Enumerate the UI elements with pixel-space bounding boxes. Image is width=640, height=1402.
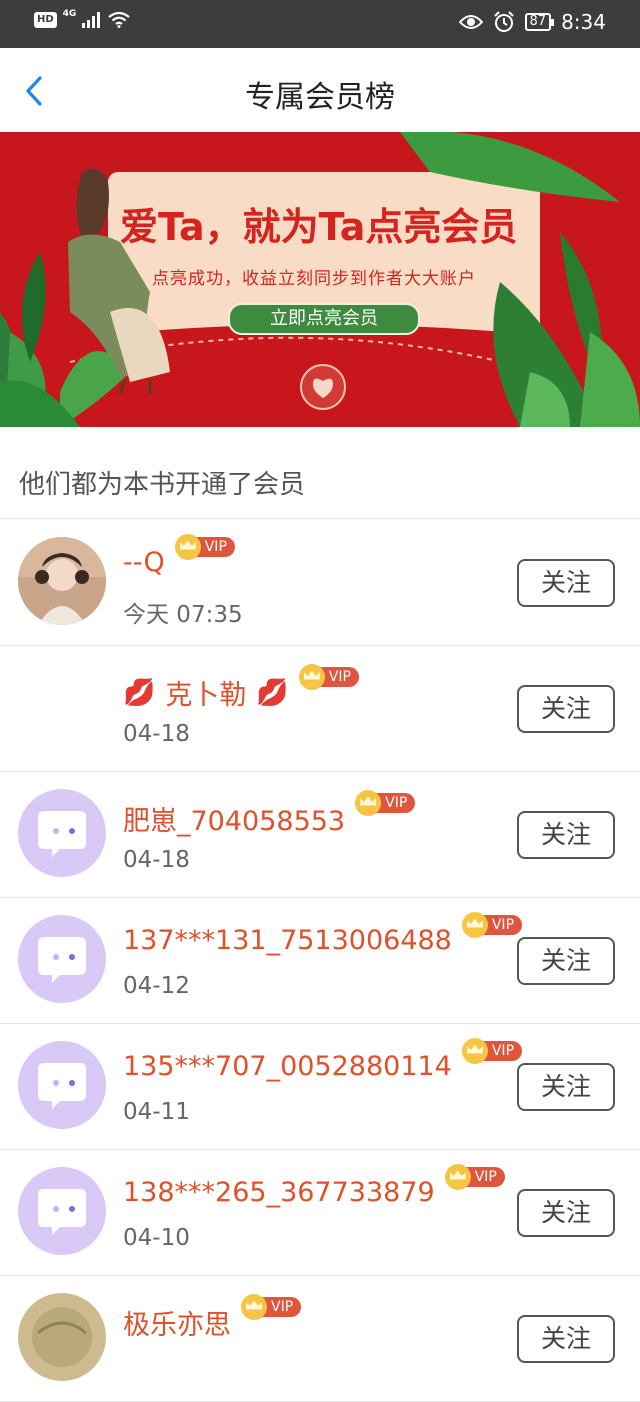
crown-icon <box>298 663 325 690</box>
vip-badge: VIP <box>355 789 416 816</box>
member-date: 04-12 <box>123 973 190 999</box>
avatar[interactable] <box>18 1167 106 1255</box>
network-type: 4G <box>62 9 77 19</box>
promo-banner[interactable]: 爱Ta，就为Ta点亮会员 点亮成功，收益立刻同步到作者大大账户 立即点亮会员 <box>0 132 640 427</box>
member-row: --Q VIP 今天 07:35 关注 <box>0 519 640 646</box>
member-name-text: 138***265_367733879 <box>123 1177 435 1208</box>
member-date: 04-18 <box>123 847 190 873</box>
clock: 8:34 <box>561 10 606 34</box>
banner-subtitle: 点亮成功，收益立刻同步到作者大大账户 <box>152 269 476 289</box>
wifi-icon <box>108 12 131 28</box>
lips-icon: 💋 <box>123 677 156 708</box>
chat-bubble-icon <box>38 811 86 857</box>
member-name[interactable]: --Q VIP <box>123 533 235 578</box>
user-photo-icon <box>18 537 106 625</box>
member-row: 137***131_7513006488 VIP 04-12 关注 <box>0 897 640 1024</box>
alarm-icon <box>493 11 514 32</box>
member-name[interactable]: 极乐亦思 VIP <box>123 1293 302 1342</box>
vip-badge: VIP <box>461 1037 523 1064</box>
crown-icon <box>355 789 382 816</box>
signal-icon <box>82 12 101 28</box>
vip-badge: VIP <box>174 533 235 560</box>
member-date: 04-18 <box>123 721 190 747</box>
vip-badge: VIP <box>461 911 523 938</box>
crown-icon <box>241 1293 267 1320</box>
battery-indicator: 87 <box>524 13 554 31</box>
status-left: HD 4G <box>34 9 131 28</box>
follow-button[interactable]: 关注 <box>517 559 615 607</box>
member-name[interactable]: 137***131_7513006488 VIP <box>123 911 523 956</box>
section-title: 他们都为本书开通了会员 <box>19 470 306 500</box>
member-date: 04-11 <box>123 1099 190 1125</box>
crown-icon <box>461 911 488 938</box>
member-name[interactable]: 肥崽_704058553 VIP <box>123 789 416 838</box>
avatar[interactable] <box>18 789 106 877</box>
lips-icon: 💋 <box>256 677 289 708</box>
follow-button[interactable]: 关注 <box>517 811 615 859</box>
member-name[interactable]: 135***707_0052880114 VIP <box>123 1037 523 1082</box>
vip-badge: VIP <box>444 1163 505 1190</box>
member-row: 138***265_367733879 VIP 04-10 关注 <box>0 1149 640 1276</box>
member-date: 04-10 <box>123 1225 190 1251</box>
crown-icon <box>461 1037 488 1064</box>
member-name-text: 克卜勒 <box>165 680 247 711</box>
page-title: 专属会员榜 <box>245 80 395 115</box>
avatar[interactable] <box>18 1041 106 1129</box>
banner-headline: 爱Ta，就为Ta点亮会员 <box>120 205 518 249</box>
status-bar: HD 4G 87 8:34 <box>0 0 640 48</box>
follow-button[interactable]: 关注 <box>517 1315 615 1363</box>
status-right: 87 8:34 <box>458 10 606 34</box>
light-up-vip-button[interactable]: 立即点亮会员 <box>228 303 420 335</box>
member-name-text: --Q <box>123 547 165 578</box>
member-name[interactable]: 💋 克卜勒 💋 VIP <box>123 663 359 712</box>
follow-button[interactable]: 关注 <box>517 1063 615 1111</box>
chat-bubble-icon <box>38 1189 86 1235</box>
member-row: 极乐亦思 VIP 关注 <box>0 1275 640 1402</box>
member-row: 肥崽_704058553 VIP 04-18 关注 <box>0 771 640 898</box>
vip-badge: VIP <box>298 663 359 690</box>
crown-icon <box>174 533 201 560</box>
chat-bubble-icon <box>38 937 86 983</box>
title-bar: 专属会员榜 <box>0 48 640 133</box>
follow-button[interactable]: 关注 <box>517 1189 615 1237</box>
follow-button[interactable]: 关注 <box>517 937 615 985</box>
avatar[interactable] <box>18 915 106 1003</box>
crown-icon <box>444 1163 471 1190</box>
eye-icon <box>458 15 483 29</box>
member-date: 今天 07:35 <box>123 602 243 628</box>
avatar[interactable] <box>18 1293 106 1381</box>
globe-photo-icon <box>18 1293 106 1381</box>
vip-badge: VIP <box>241 1293 302 1320</box>
member-row: 💋 克卜勒 💋 VIP 04-18 关注 <box>0 645 640 772</box>
member-name-text: 137***131_7513006488 <box>123 925 452 956</box>
follow-button[interactable]: 关注 <box>517 685 615 733</box>
member-name[interactable]: 138***265_367733879 VIP <box>123 1163 505 1208</box>
member-name-text: 135***707_0052880114 <box>123 1051 452 1082</box>
avatar[interactable] <box>18 537 106 625</box>
member-name-text: 极乐亦思 <box>123 1310 231 1341</box>
hd-badge: HD <box>34 12 57 28</box>
member-name-text: 肥崽_704058553 <box>123 806 346 837</box>
chat-bubble-icon <box>38 1063 86 1109</box>
member-row: 135***707_0052880114 VIP 04-11 关注 <box>0 1023 640 1150</box>
